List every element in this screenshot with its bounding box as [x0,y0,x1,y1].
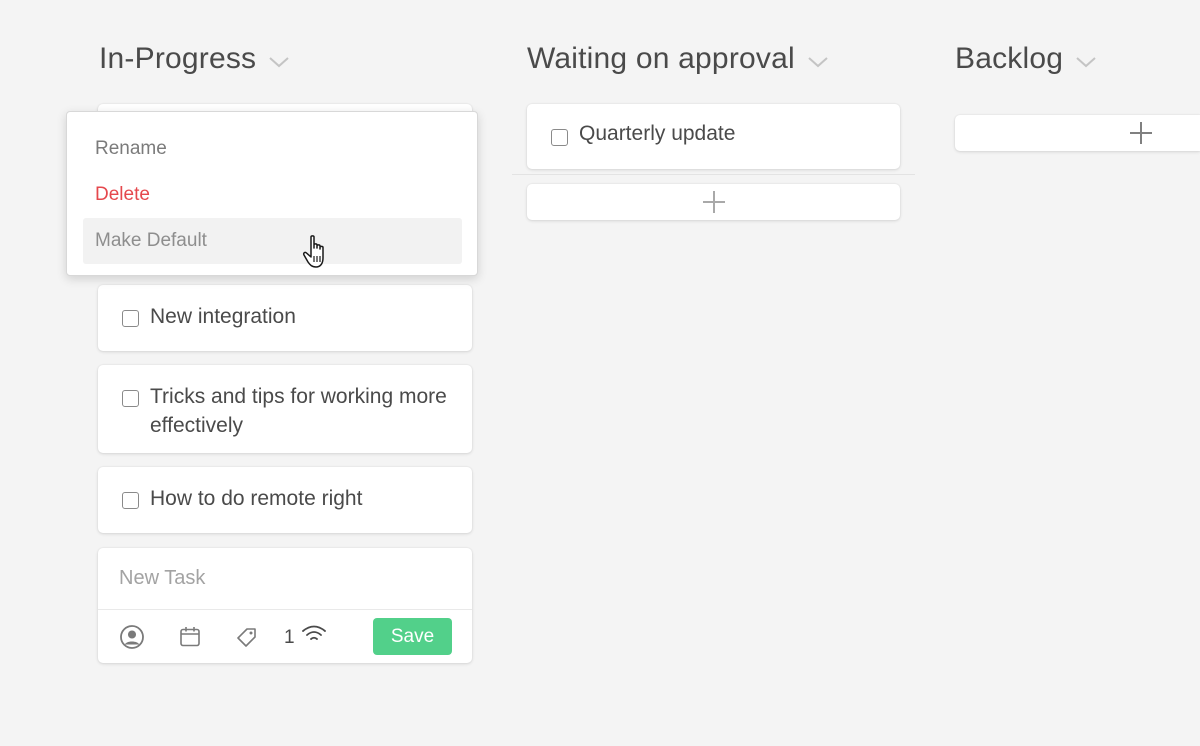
column-title: Backlog [955,42,1064,75]
task-card[interactable]: New integration [98,285,472,351]
task-title: Quarterly update [579,122,736,145]
plus-icon [1130,122,1152,144]
task-card[interactable]: How to do remote right [98,467,472,533]
chevron-down-icon[interactable] [807,55,829,69]
column-title: Waiting on approval [527,42,795,75]
divider [512,174,915,175]
add-task-button[interactable] [527,184,900,220]
user-icon[interactable] [119,624,145,650]
subscriber-count: 1 [284,627,295,648]
new-task-toolbar: 1 Save [98,610,472,663]
task-checkbox[interactable] [122,390,139,407]
task-checkbox[interactable] [551,129,568,146]
menu-item-rename[interactable]: Rename [83,126,462,172]
hand-cursor-icon [303,235,324,268]
tag-icon[interactable] [234,624,260,650]
menu-item-make-default[interactable]: Make Default [83,218,462,264]
chevron-down-icon[interactable] [1075,55,1097,69]
task-title: New integration [150,305,296,328]
new-task-input[interactable] [98,548,472,609]
task-card[interactable]: Tricks and tips for working more effecti… [98,365,472,453]
save-button[interactable]: Save [373,618,452,655]
column-context-menu: Rename Delete Make Default [66,111,478,276]
column-header-in-progress[interactable]: In-Progress [99,42,290,76]
calendar-icon[interactable] [177,624,203,650]
add-task-button[interactable] [955,115,1200,151]
task-checkbox[interactable] [122,492,139,509]
task-title: How to do remote right [150,487,363,510]
subscribers-icon[interactable] [301,622,327,648]
chevron-down-icon[interactable] [268,55,290,69]
new-task-composer: 1 Save [98,548,472,663]
column-title: In-Progress [99,42,257,75]
column-header-backlog[interactable]: Backlog [955,42,1097,76]
plus-icon [702,191,725,213]
task-checkbox[interactable] [122,310,139,327]
task-card[interactable]: Quarterly update [527,104,900,169]
task-title: Tricks and tips for working more effecti… [150,385,447,437]
column-header-waiting-on-approval[interactable]: Waiting on approval [527,42,829,76]
menu-item-delete[interactable]: Delete [83,172,462,218]
